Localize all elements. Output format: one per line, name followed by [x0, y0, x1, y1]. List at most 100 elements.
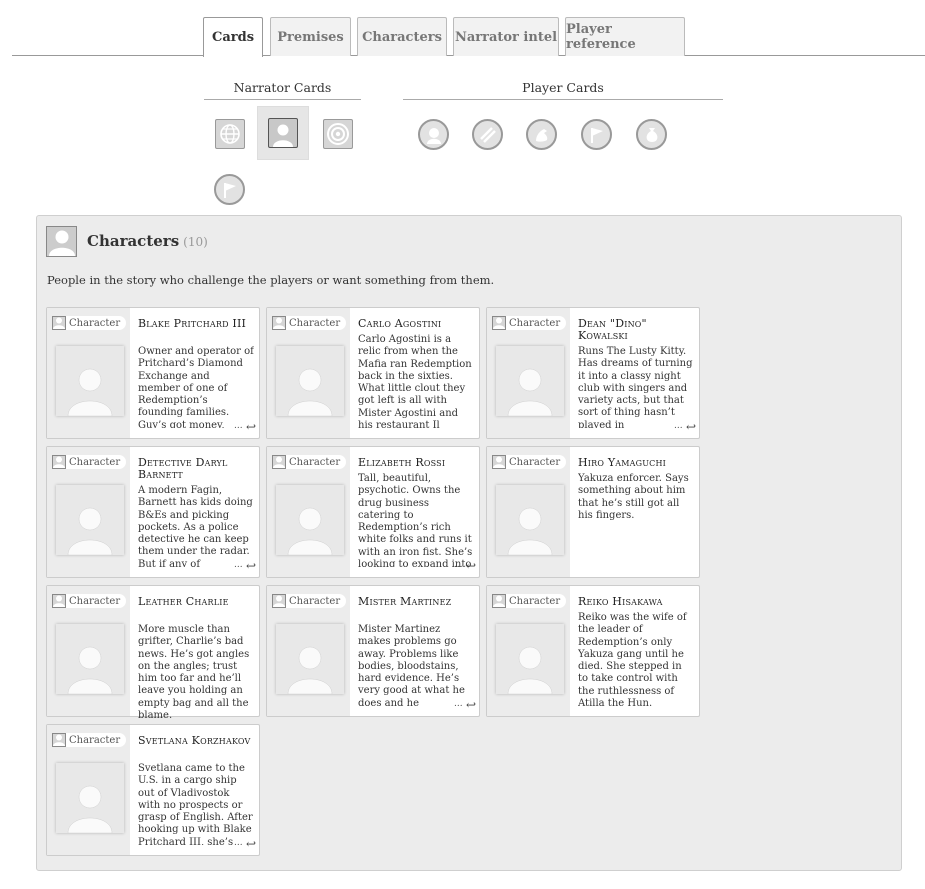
character-card[interactable]: Character Blake Pritchard III Owner and op… [46, 307, 260, 439]
tab-cards[interactable]: Cards [203, 17, 263, 57]
person-icon [46, 226, 77, 257]
avatar [496, 624, 564, 694]
character-card[interactable]: Character Elizabeth Rossi Tall, beautiful,… [266, 446, 480, 578]
card-left-column: Character [47, 447, 130, 577]
character-card[interactable]: Character Svetlana Korzhakov Svetlana came… [46, 724, 260, 856]
more-ellipsis: ... [234, 560, 243, 570]
card-left-column: Character [267, 308, 350, 438]
panel-title-text: Characters [87, 232, 180, 250]
character-tag-label: Character [69, 734, 121, 746]
avatar [276, 624, 344, 694]
character-tag: Character [52, 594, 127, 608]
face-card-icon[interactable] [418, 119, 449, 150]
character-name: Hiro Yamaguchi [578, 456, 667, 469]
character-tag-label: Character [509, 317, 561, 329]
character-card[interactable]: Character Dean "Dino" Kowalski Runs The Lu… [486, 307, 700, 439]
more-ellipsis: ... [234, 421, 243, 431]
character-tag: Character [52, 455, 127, 469]
card-left-column: Character [267, 447, 350, 577]
person-card-icon [268, 118, 298, 148]
characters-panel: Characters (10) People in the story who c… [36, 215, 902, 871]
character-name: Detective Daryl Barnett [138, 456, 228, 481]
card-left-column: Character [487, 586, 570, 716]
person-icon [52, 455, 66, 469]
more-ellipsis: ... [234, 838, 243, 848]
character-description: Yakuza enforcer. Says something about hi… [578, 473, 689, 521]
card-left-column: Character [487, 308, 570, 438]
character-tag-label: Character [69, 456, 121, 468]
character-description: Mister Martinez makes problems go away. … [358, 624, 465, 706]
character-card[interactable]: Character Reiko Hisakawa Reiko was the wif… [486, 585, 700, 717]
person-icon [492, 455, 506, 469]
character-tag-label: Character [69, 595, 121, 607]
character-tag: Character [52, 316, 127, 330]
person-icon [52, 733, 66, 747]
tab-premises[interactable]: Premises [270, 17, 351, 56]
tab-characters[interactable]: Characters [357, 17, 447, 56]
flip-arrow-icon[interactable]: ↩ [246, 420, 256, 434]
character-name: Reiko Hisakawa [578, 595, 663, 608]
card-left-column: Character [47, 308, 130, 438]
avatar [496, 485, 564, 555]
moneybag-card-icon[interactable] [636, 119, 667, 150]
muscle-card-icon[interactable] [526, 119, 557, 150]
person-icon [272, 455, 286, 469]
character-name: Mister Martinez [358, 595, 452, 608]
character-tag: Character [492, 594, 567, 608]
character-tag-label: Character [289, 317, 341, 329]
character-card[interactable]: Character Leather Charlie More muscle than… [46, 585, 260, 721]
flip-arrow-icon[interactable]: ↩ [466, 698, 476, 712]
flip-arrow-icon[interactable]: ↩ [466, 559, 476, 573]
card-left-column: Character [267, 586, 350, 716]
player-cards-heading: Player Cards [403, 80, 723, 100]
avatar [56, 763, 124, 833]
person-icon [52, 594, 66, 608]
character-name: Elizabeth Rossi [358, 456, 446, 469]
character-tag: Character [272, 594, 347, 608]
narrator-card-person[interactable] [257, 106, 309, 160]
more-ellipsis: ... [454, 699, 463, 709]
flip-arrow-icon[interactable]: ↩ [246, 837, 256, 851]
character-tag-label: Character [69, 317, 121, 329]
character-name: Carlo Agostini [358, 317, 442, 330]
character-description: Tall, beautiful, psychotic. Owns the dru… [358, 473, 473, 567]
character-description: Carlo Agostini is a relic from when the … [358, 334, 472, 432]
character-description: Svetlana came to the U.S. in a cargo shi… [138, 763, 253, 845]
flag-card-icon[interactable] [214, 174, 245, 205]
slash-card-icon[interactable] [472, 119, 503, 150]
avatar [56, 624, 124, 694]
character-description: Reiko was the wife of the leader of Rede… [578, 612, 687, 710]
character-name: Leather Charlie [138, 595, 229, 608]
flip-arrow-icon[interactable]: ↩ [246, 559, 256, 573]
character-card[interactable]: Character Detective Daryl Barnett A modern… [46, 446, 260, 578]
avatar [56, 485, 124, 555]
more-ellipsis: ... [454, 560, 463, 570]
character-tag: Character [272, 316, 347, 330]
card-left-column: Character [47, 586, 130, 716]
character-card[interactable]: Character Carlo Agostini Carlo Agostini is… [266, 307, 480, 439]
card-left-column: Character [47, 725, 130, 855]
character-name: Blake Pritchard III [138, 317, 247, 330]
character-card[interactable]: Character Mister Martinez Mister Martinez … [266, 585, 480, 717]
person-icon [492, 316, 506, 330]
panel-title: Characters (10) [87, 232, 208, 250]
panel-description: People in the story who challenge the pl… [47, 273, 495, 287]
flip-arrow-icon[interactable]: ↩ [686, 420, 696, 434]
flag-card-icon-player[interactable] [581, 119, 612, 150]
avatar [56, 346, 124, 416]
character-tag-label: Character [289, 595, 341, 607]
narrator-card-globe[interactable] [204, 107, 256, 161]
character-description: A modern Fagin, Barnett has kids doing B… [138, 485, 253, 567]
character-tag: Character [492, 455, 567, 469]
character-tag-label: Character [509, 595, 561, 607]
person-icon [52, 316, 66, 330]
tab-player-reference[interactable]: Player reference [565, 17, 685, 56]
narrator-card-target[interactable] [312, 107, 364, 161]
character-count: (10) [183, 235, 208, 249]
character-tag: Character [52, 733, 127, 747]
character-name: Dean "Dino" Kowalski [578, 317, 647, 342]
avatar [276, 485, 344, 555]
character-card[interactable]: Character Hiro Yamaguchi Yakuza enforcer. … [486, 446, 700, 578]
globe-card-icon [215, 119, 245, 149]
tab-narrator-intel[interactable]: Narrator intel [453, 17, 559, 56]
